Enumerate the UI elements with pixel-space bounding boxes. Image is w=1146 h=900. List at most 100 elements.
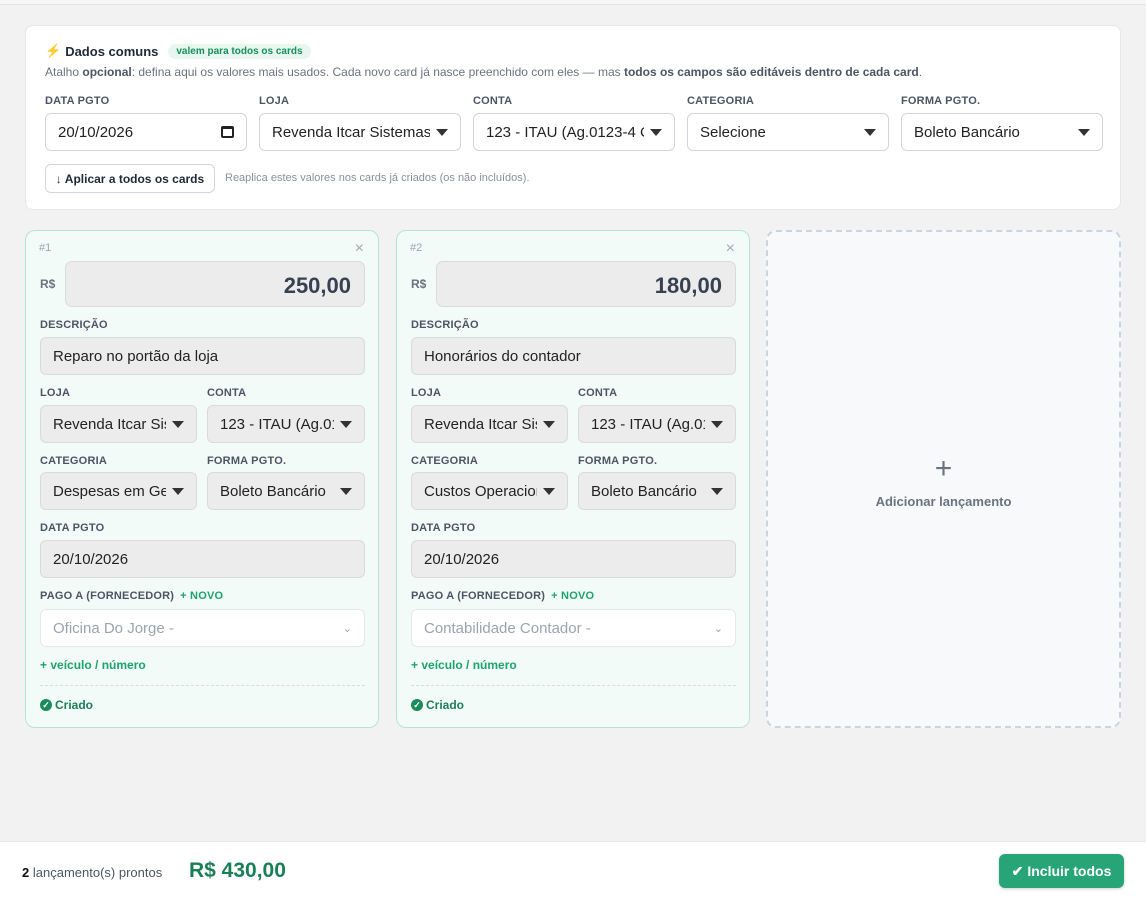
common-data-title: ⚡ Dados comuns valem para todos os cards xyxy=(45,43,311,59)
currency-label: R$ xyxy=(40,277,56,291)
supplier-select[interactable]: Oficina Do Jorge - ⌄ xyxy=(40,609,365,647)
caret-down-icon xyxy=(172,487,184,495)
common-loja-label: LOJA xyxy=(259,95,290,107)
pago-a-text: PAGO A (FORNECEDOR) xyxy=(411,590,546,602)
data-pgto-value: 20/10/2026 xyxy=(424,550,500,568)
categoria-value: Despesas em Geral xyxy=(53,482,166,500)
common-forma-pgto-select[interactable]: Boleto Bancário xyxy=(901,113,1103,151)
data-pgto-input[interactable]: 20/10/2026 xyxy=(40,540,365,578)
calendar-icon[interactable] xyxy=(221,126,234,138)
categoria-select[interactable]: Custos Operacionais xyxy=(411,472,568,510)
divider xyxy=(40,685,365,686)
data-pgto-input[interactable]: 20/10/2026 xyxy=(411,540,736,578)
data-pgto-value: 20/10/2026 xyxy=(53,550,129,568)
entries-total: R$ 430,00 xyxy=(189,859,286,882)
hint-bold-opcional: opcional xyxy=(82,65,132,79)
descricao-value: Honorários do contador xyxy=(424,347,581,365)
top-bar xyxy=(0,0,1146,5)
descricao-value: Reparo no portão da loja xyxy=(53,347,219,365)
include-all-button[interactable]: ✔ Incluir todos xyxy=(999,854,1124,888)
categoria-label: CATEGORIA xyxy=(411,455,478,467)
lightning-icon: ⚡ xyxy=(45,43,62,58)
entries-count-number: 2 xyxy=(22,865,30,880)
categoria-select[interactable]: Despesas em Geral xyxy=(40,472,197,510)
plus-icon: + xyxy=(934,452,953,485)
close-icon[interactable]: × xyxy=(726,241,735,257)
descricao-label: DESCRIÇÃO xyxy=(411,319,479,331)
entry-card: #2 × R$ 180,00 DESCRIÇÃO Honorários do c… xyxy=(396,230,750,728)
common-conta-select[interactable]: 123 - ITAU (Ag.0123-4 C xyxy=(473,113,675,151)
supplier-value: Oficina Do Jorge - xyxy=(53,619,174,637)
forma-pgto-select[interactable]: Boleto Bancário xyxy=(207,472,365,510)
apply-to-all-button[interactable]: ↓ Aplicar a todos os cards xyxy=(45,164,215,193)
caret-down-icon xyxy=(172,420,184,428)
common-categoria-select[interactable]: Selecione xyxy=(687,113,889,151)
descricao-input[interactable]: Honorários do contador xyxy=(411,337,736,375)
check-icon: ✔ xyxy=(1011,862,1024,879)
amount-input[interactable]: 250,00 xyxy=(65,261,365,307)
common-conta-label: CONTA xyxy=(473,95,513,107)
apply-hint: Reaplica estes valores nos cards já cria… xyxy=(225,172,530,184)
new-supplier-link[interactable]: + NOVO xyxy=(180,590,223,602)
forma-pgto-label: FORMA PGTO. xyxy=(207,455,287,467)
status-created: ✓ Criado xyxy=(40,698,93,712)
loja-value: Revenda Itcar Sistemas xyxy=(424,415,537,433)
conta-select[interactable]: 123 - ITAU (Ag.0123-4 C xyxy=(207,405,365,443)
footer-bar: 2 lançamento(s) prontos R$ 430,00 ✔ Incl… xyxy=(0,841,1146,900)
loja-select[interactable]: Revenda Itcar Sistemas xyxy=(40,405,197,443)
common-data-pgto-label: DATA PGTO xyxy=(45,95,110,107)
common-forma-pgto-label: FORMA PGTO. xyxy=(901,95,981,107)
add-vehicle-link[interactable]: + veículo / número xyxy=(411,658,517,672)
check-circle-icon: ✓ xyxy=(411,699,423,711)
currency-label: R$ xyxy=(411,277,427,291)
common-data-badge: valem para todos os cards xyxy=(168,43,311,59)
conta-select[interactable]: 123 - ITAU (Ag.0123-4 C xyxy=(578,405,736,443)
new-supplier-link[interactable]: + NOVO xyxy=(551,590,594,602)
add-vehicle-link[interactable]: + veículo / número xyxy=(40,658,146,672)
common-data-title-text: Dados comuns xyxy=(65,43,159,59)
amount-input[interactable]: 180,00 xyxy=(436,261,736,307)
chevron-down-icon: ⌄ xyxy=(342,622,352,635)
categoria-value: Custos Operacionais xyxy=(424,482,537,500)
common-conta-value: 123 - ITAU (Ag.0123-4 C xyxy=(486,123,644,141)
pago-a-label: PAGO A (FORNECEDOR) + NOVO xyxy=(40,590,223,602)
pago-a-text: PAGO A (FORNECEDOR) xyxy=(40,590,175,602)
status-text: Criado xyxy=(55,698,94,712)
close-icon[interactable]: × xyxy=(355,241,364,257)
descricao-input[interactable]: Reparo no portão da loja xyxy=(40,337,365,375)
card-number: #2 xyxy=(410,242,423,254)
common-loja-select[interactable]: Revenda Itcar Sistemas xyxy=(259,113,461,151)
card-number: #1 xyxy=(39,242,52,254)
chevron-down-icon: ⌄ xyxy=(713,622,723,635)
entries-count-label: lançamento(s) prontos xyxy=(32,865,163,880)
include-all-label: Incluir todos xyxy=(1027,863,1112,879)
hint-bold-editable: todos os campos são editáveis dentro de … xyxy=(623,65,919,79)
status-created: ✓ Criado xyxy=(411,698,464,712)
hint-middle: : defina aqui os valores mais usados. Ca… xyxy=(131,65,624,79)
common-data-pgto-input[interactable]: 20/10/2026 xyxy=(45,113,247,151)
common-loja-value: Revenda Itcar Sistemas xyxy=(272,123,430,141)
conta-label: CONTA xyxy=(578,387,618,399)
caret-down-icon xyxy=(650,128,662,136)
caret-down-icon xyxy=(711,420,723,428)
caret-down-icon xyxy=(543,420,555,428)
hint-suffix: . xyxy=(918,65,923,79)
caret-down-icon xyxy=(864,128,876,136)
caret-down-icon xyxy=(340,487,352,495)
conta-value: 123 - ITAU (Ag.0123-4 C xyxy=(220,415,334,433)
loja-label: LOJA xyxy=(40,387,71,399)
caret-down-icon xyxy=(711,487,723,495)
pago-a-label: PAGO A (FORNECEDOR) + NOVO xyxy=(411,590,594,602)
forma-pgto-select[interactable]: Boleto Bancário xyxy=(578,472,736,510)
loja-select[interactable]: Revenda Itcar Sistemas xyxy=(411,405,568,443)
common-data-hint: Atalho opcional: defina aqui os valores … xyxy=(45,65,922,79)
add-entry-card[interactable]: + Adicionar lançamento xyxy=(766,230,1121,728)
loja-label: LOJA xyxy=(411,387,442,399)
data-pgto-label: DATA PGTO xyxy=(40,522,105,534)
entries-count: 2 lançamento(s) prontos xyxy=(22,865,162,880)
status-text: Criado xyxy=(426,698,465,712)
caret-down-icon xyxy=(543,487,555,495)
supplier-select[interactable]: Contabilidade Contador - ⌄ xyxy=(411,609,736,647)
check-circle-icon: ✓ xyxy=(40,699,52,711)
forma-pgto-value: Boleto Bancário xyxy=(591,482,697,500)
